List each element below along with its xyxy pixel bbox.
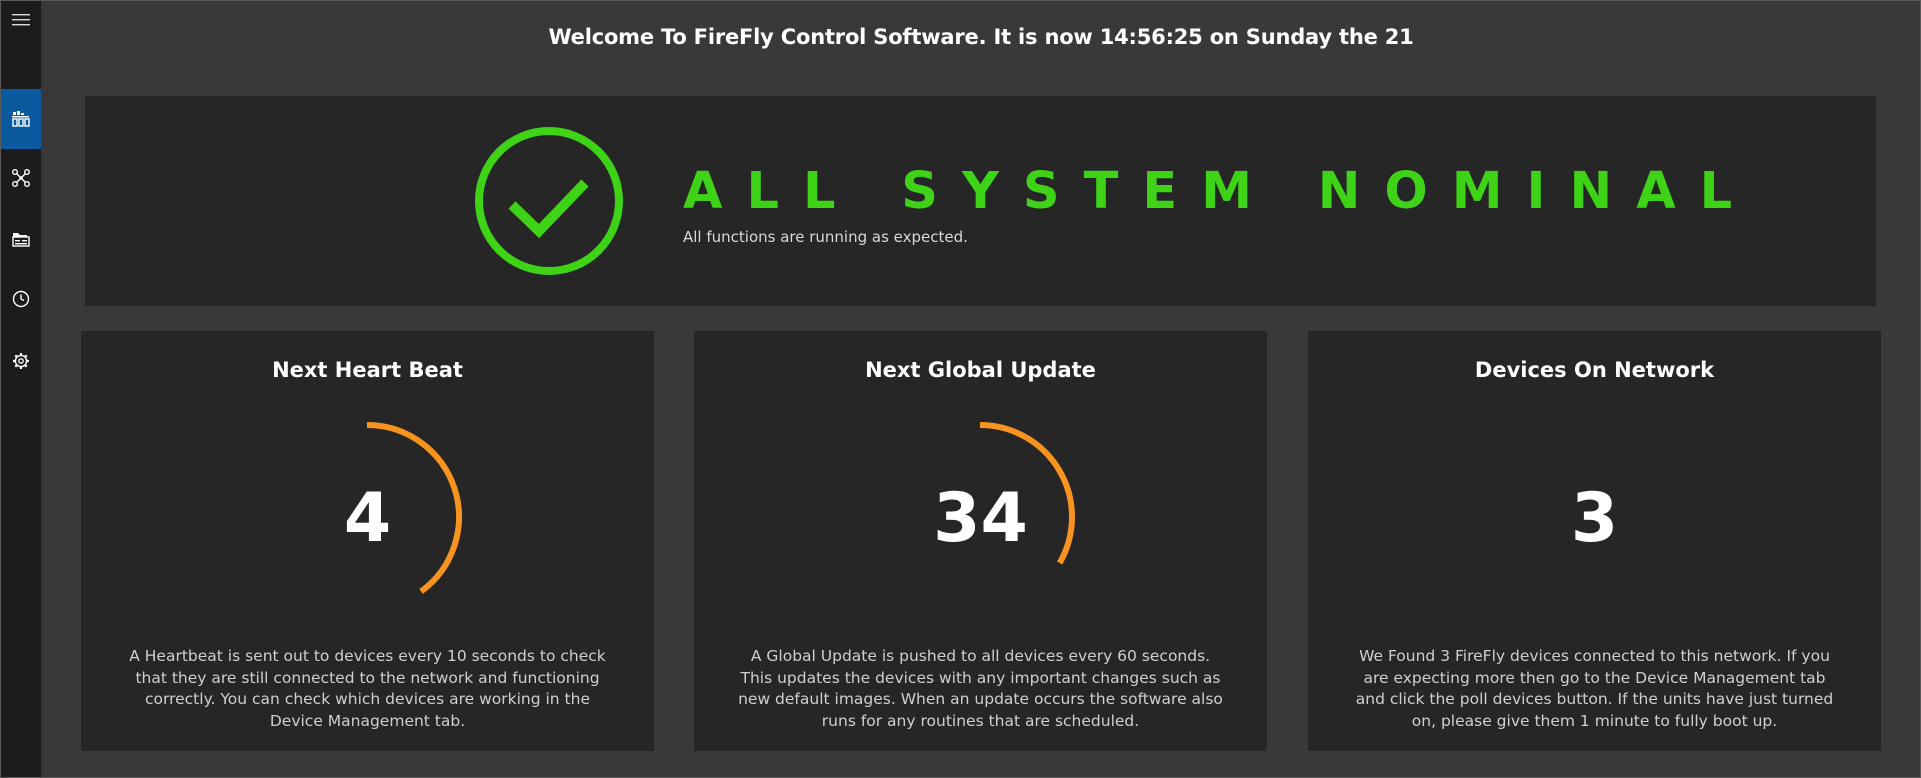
card-value: 34 [933,479,1028,558]
card-title: Next Heart Beat [272,358,463,382]
card-title: Devices On Network [1474,358,1715,382]
sidebar-item-dashboard[interactable] [1,89,41,149]
hamburger-menu-button[interactable] [1,1,41,39]
hamburger-menu-icon [12,14,30,26]
clock-icon [12,290,30,308]
checkmark-circle-icon [475,127,623,275]
heartbeat-card: Next Heart Beat 4 A Heartbeat is sent ou… [81,331,654,751]
card-description: We Found 3 FireFly devices connected to … [1355,647,1834,730]
welcome-message: Welcome To FireFly Control Software. It … [548,25,1414,49]
devices-card: Devices On Network 3 We Found 3 FireFly … [1308,331,1881,751]
sidebar [1,1,41,777]
folder-image-icon [12,233,30,247]
card-description: A Global Update is pushed to all devices… [738,647,1223,730]
card-description: A Heartbeat is sent out to devices every… [129,647,606,730]
sidebar-item-schedule[interactable] [1,269,41,329]
status-subtitle: All functions are running as expected. [683,228,968,246]
global-update-card: Next Global Update 34 A Global Update is… [694,331,1267,751]
card-value: 4 [343,479,392,558]
status-title: ALL SYSTEM NOMINAL [683,162,1757,221]
sidebar-item-images[interactable] [1,209,41,269]
sidebar-item-settings[interactable] [1,331,41,391]
card-title: Next Global Update [865,358,1096,382]
dashboard-icon [12,111,30,127]
app-window: Welcome To FireFly Control Software. It … [0,0,1921,778]
sidebar-item-network[interactable] [1,148,41,208]
system-status-banner: ALL SYSTEM NOMINAL All functions are run… [85,96,1876,306]
network-nodes-icon [12,169,30,187]
card-value: 3 [1570,479,1619,558]
gear-icon [13,353,29,369]
